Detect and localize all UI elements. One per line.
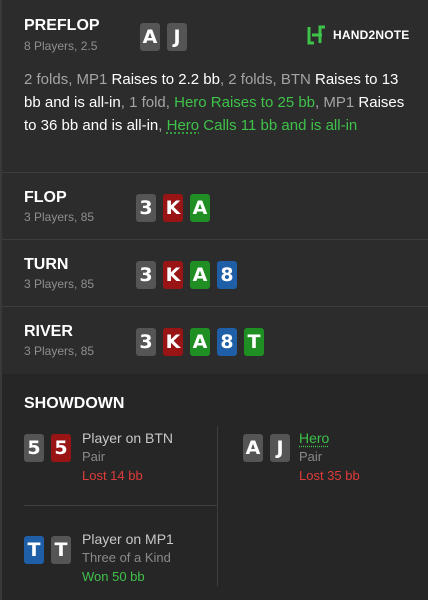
mp1-card-1: T: [24, 536, 44, 564]
preflop-players: 8 Players, 2.5: [24, 39, 98, 53]
river-players: 3 Players, 85: [24, 344, 95, 358]
hero-player-name[interactable]: Hero: [299, 430, 329, 446]
showdown-section: SHOWDOWN 5 5 Player on BTN Pair Lost 14 …: [2, 374, 428, 600]
btn-player-name[interactable]: Player on BTN: [82, 430, 173, 446]
flop-card-1: 3: [136, 194, 156, 222]
mp1-hand-description: Three of a Kind: [82, 550, 171, 565]
hero-showdown-card-1: A: [243, 434, 263, 462]
turn-card-2: K: [163, 261, 183, 289]
mp1-player-name[interactable]: Player on MP1: [82, 531, 174, 547]
hero-link[interactable]: Hero: [167, 117, 200, 134]
hand2note-logo-icon: [306, 24, 328, 46]
turn-players: 3 Players, 85: [24, 277, 95, 291]
showdown-divider-horizontal: [24, 505, 217, 506]
turn-title: TURN: [24, 256, 69, 273]
hero-result: Lost 35 bb: [299, 468, 360, 483]
flop-card-2: K: [163, 194, 183, 222]
preflop-section: PREFLOP 8 Players, 2.5 A J HAND2NOTE 2 f…: [2, 0, 428, 173]
mp1-result: Won 50 bb: [82, 569, 145, 584]
turn-card-4: 8: [217, 261, 237, 289]
btn-card-1: 5: [24, 434, 44, 462]
hero-card-1: A: [140, 23, 160, 51]
river-card-3: A: [190, 328, 210, 356]
flop-title: FLOP: [24, 189, 67, 206]
turn-card-1: 3: [136, 261, 156, 289]
river-card-1: 3: [136, 328, 156, 356]
showdown-divider-vertical: [217, 426, 218, 586]
action-segment: Calls 11 bb and is all-in: [199, 117, 358, 134]
hand-history-panel: PREFLOP 8 Players, 2.5 A J HAND2NOTE 2 f…: [0, 0, 428, 600]
action-segment: Raises to 2.2 bb: [111, 71, 220, 88]
action-segment: , 1 fold,: [120, 94, 175, 111]
river-card-2: K: [163, 328, 183, 356]
hero-card-2: J: [167, 23, 187, 51]
river-card-4: 8: [217, 328, 237, 356]
hero-showdown-card-2: J: [270, 434, 290, 462]
river-title: RIVER: [24, 323, 73, 340]
preflop-actions: 2 folds, MP1 Raises to 2.2 bb, 2 folds, …: [24, 68, 412, 137]
showdown-title: SHOWDOWN: [24, 395, 125, 412]
action-segment: 2 folds, MP1: [24, 71, 112, 88]
btn-result: Lost 14 bb: [82, 468, 143, 483]
action-segment: , MP1: [315, 94, 359, 111]
river-card-5: T: [244, 328, 264, 356]
turn-section: TURN 3 Players, 85 3KA8: [2, 240, 428, 307]
action-segment: , 2 folds, BTN: [219, 71, 315, 88]
hero-hand-description: Pair: [299, 449, 323, 464]
action-segment: ,: [158, 117, 167, 134]
flop-players: 3 Players, 85: [24, 210, 95, 224]
action-segment: Hero: [174, 94, 207, 111]
hand2note-logo: HAND2NOTE: [306, 24, 409, 46]
river-section: RIVER 3 Players, 85 3KA8T: [2, 307, 428, 374]
turn-card-3: A: [190, 261, 210, 289]
btn-card-2: 5: [51, 434, 71, 462]
btn-hand-description: Pair: [82, 449, 106, 464]
flop-section: FLOP 3 Players, 85 3KA: [2, 173, 428, 240]
hand2note-logo-text: HAND2NOTE: [333, 28, 410, 42]
preflop-title: PREFLOP: [24, 17, 100, 34]
action-segment: Raises to 25 bb: [206, 94, 316, 111]
mp1-card-2: T: [51, 536, 71, 564]
flop-card-3: A: [190, 194, 210, 222]
